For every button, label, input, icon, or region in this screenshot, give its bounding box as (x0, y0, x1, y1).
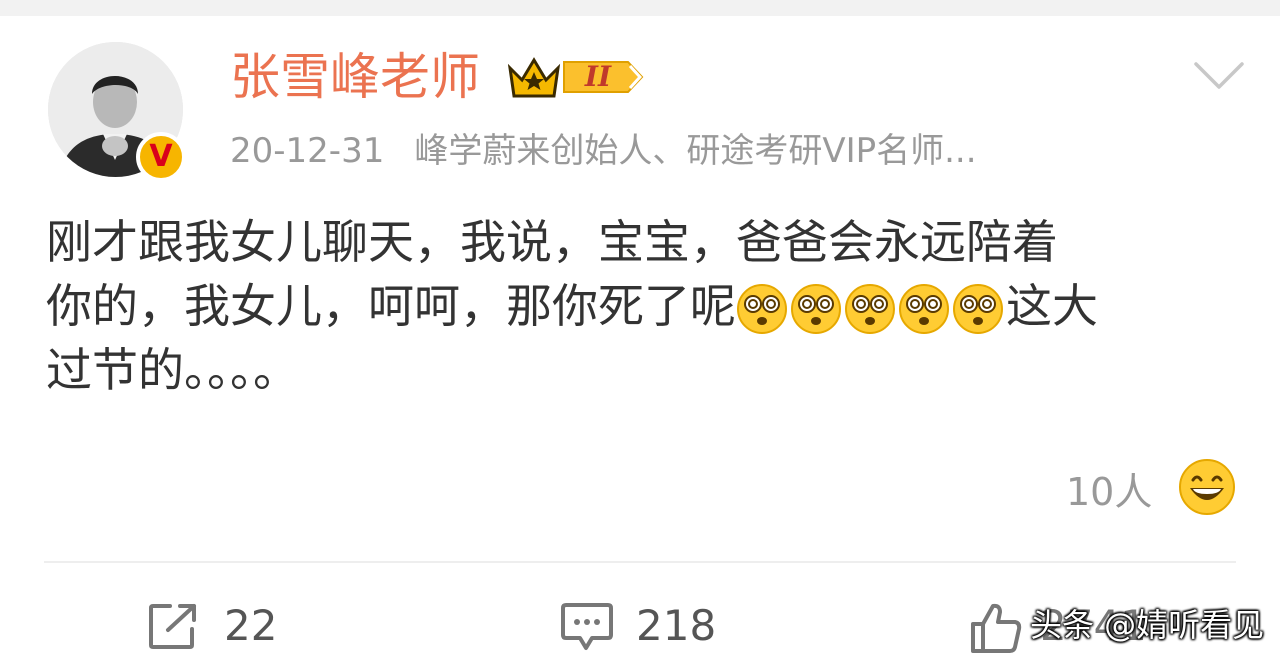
chevron-down-icon[interactable] (1193, 60, 1245, 92)
thumbs-up-icon (971, 603, 1022, 653)
dizzy-face-emoji (791, 283, 841, 334)
author-description: 峰学蔚来创始人、研途考研VIP名师... (414, 131, 977, 171)
top-strip (0, 0, 1280, 16)
dizzy-face-emoji (737, 283, 787, 334)
share-count: 22 (224, 601, 278, 650)
watermark: 头条 @婧听看见 (1030, 606, 1265, 644)
dizzy-face-emoji (953, 283, 1003, 334)
content-line-1: 刚才跟我女儿聊天，我说，宝宝，爸爸会永远陪着 (46, 215, 1058, 269)
comment-icon (561, 603, 613, 650)
emoji-row (736, 283, 1006, 337)
author-name[interactable]: 张雪峰老师 (230, 44, 480, 110)
content-line-2: 你的，我女儿，呵呵，那你死了呢 这大 (46, 274, 1246, 338)
content-line-2-text: 你的，我女儿，呵呵，那你死了呢 (46, 279, 736, 333)
dizzy-face-emoji (899, 283, 949, 334)
comment-button[interactable]: 218 (560, 596, 730, 656)
share-button[interactable]: 22 (148, 596, 288, 656)
grinning-face-emoji[interactable] (1178, 458, 1236, 516)
post-meta: 20-12-31 峰学蔚来创始人、研途考研VIP名师... (230, 128, 977, 174)
post-content: 刚才跟我女儿聊天，我说，宝宝，爸爸会永远陪着 你的，我女儿，呵呵，那你死了呢 这大… (46, 210, 1246, 402)
content-line-2-tail: 这大 (1006, 279, 1098, 333)
reaction-count[interactable]: 10人 (1066, 466, 1152, 518)
verified-badge: V (136, 132, 186, 182)
post-date: 20-12-31 (230, 131, 385, 171)
comment-count: 218 (636, 601, 717, 650)
content-line-3: 过节的。。。。 (46, 343, 299, 397)
vip-level: II (584, 60, 612, 93)
share-icon (149, 604, 196, 649)
dizzy-face-emoji (845, 283, 895, 334)
divider (44, 561, 1236, 563)
